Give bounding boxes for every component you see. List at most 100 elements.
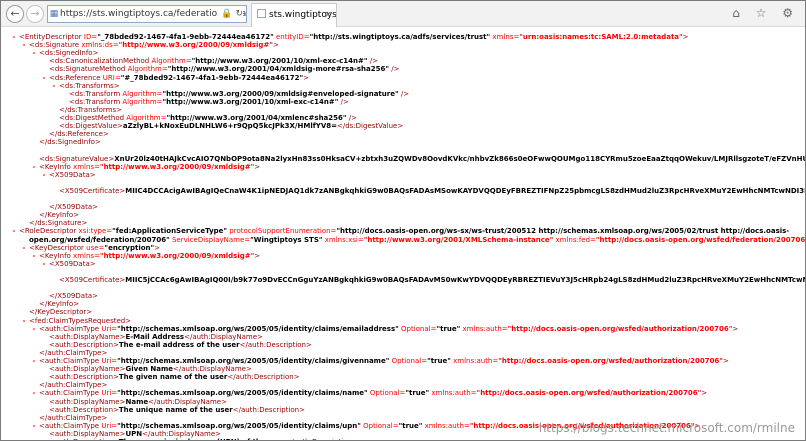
collapse-toggle[interactable]: -: [9, 33, 19, 41]
xml-tag: auth:DisplayName: [54, 429, 120, 438]
xml-br: >: [272, 41, 279, 50]
xml-attr: Uri=: [99, 389, 118, 398]
xml-ns: xmlns:auth=: [460, 324, 508, 333]
xml-tag: KeyInfo: [44, 162, 71, 171]
xml-tag: ds:Transform: [74, 89, 121, 98]
xml-br: >: [732, 324, 739, 333]
xml-br: >: [397, 122, 404, 131]
tab-close-icon[interactable]: ×: [324, 4, 332, 26]
toolbar-icons[interactable]: ⌂ ☆ ⚙: [732, 6, 799, 20]
xml-br: >: [215, 429, 222, 438]
xml-br: >: [221, 397, 227, 406]
xml-ns: xmlns=: [490, 33, 520, 41]
xml-tag: auth:Description: [240, 405, 300, 414]
xml-line: - <X509Data>: [39, 171, 96, 179]
tab-favicon-icon: [257, 9, 266, 18]
xml-tag: auth:Description: [294, 438, 352, 440]
xml-val: "http://www.w3.org/2001/04/xmldsig-more#…: [167, 65, 390, 74]
collapse-toggle[interactable]: -: [19, 244, 29, 252]
xml-ns: xmlns:auth=: [429, 389, 477, 398]
xml-tag: X509Certificate: [64, 186, 120, 195]
xml-br: </: [227, 373, 236, 382]
xml-tag: auth:DisplayName: [54, 365, 120, 374]
xml-nsval: "http://docs.oasis-open.org/wsfed/author…: [507, 324, 733, 333]
xml-tag: X509Certificate: [64, 276, 120, 284]
xml-br: </: [285, 438, 293, 440]
xml-line: </KeyDescriptor>: [19, 308, 92, 316]
xml-br: </: [39, 381, 48, 390]
collapse-toggle[interactable]: -: [29, 49, 39, 57]
xml-text: Given Name: [125, 365, 173, 374]
collapse-toggle[interactable]: -: [39, 260, 49, 268]
xml-br: >: [722, 357, 729, 365]
xml-tag: ds:SignedInfo: [44, 49, 93, 58]
collapse-toggle[interactable]: -: [19, 41, 29, 49]
xml-tag: KeyInfo: [47, 211, 74, 220]
xml-line: <ds:SignatureValue>XnUr20lz40tHAJkCvcAIO…: [29, 155, 805, 163]
xml-line: - <KeyInfo xmlns="http://www.w3.org/2000/…: [29, 252, 261, 260]
collapse-toggle[interactable]: -: [29, 163, 39, 171]
collapse-toggle[interactable]: -: [29, 422, 39, 430]
xml-line: </ds:SignedInfo>: [29, 138, 101, 146]
xml-tag: auth:DisplayName: [192, 332, 258, 341]
xml-br: >: [81, 219, 88, 228]
xml-line: - <X509Data>: [39, 260, 96, 268]
forward-button[interactable]: →: [26, 5, 44, 23]
xml-tag: auth:DisplayName: [181, 365, 246, 374]
xml-attr: ID=: [81, 33, 98, 41]
xml-tag: auth:DisplayName: [156, 397, 222, 406]
page-icon: ▦: [49, 9, 59, 19]
xml-line: - <EntityDescriptor ID="_78bded92-1467-4f…: [9, 33, 689, 41]
xml-val: "http://www.w3.org/2000/09/xmldsig#envel…: [162, 89, 399, 98]
xml-line: </auth:ClaimType>: [29, 349, 107, 357]
collapse-toggle[interactable]: -: [29, 357, 39, 365]
collapse-toggle[interactable]: -: [9, 227, 19, 235]
xml-tag: ds:SignedInfo: [47, 138, 95, 147]
back-button[interactable]: ←: [6, 5, 24, 23]
xml-br: >: [303, 73, 309, 82]
xml-line: - <KeyInfo xmlns="http://www.w3.org/2000/…: [29, 162, 261, 171]
address-bar[interactable]: ▦https://sts.wingtiptoys.ca/federationme…: [47, 5, 247, 23]
xml-text: E-Mail Address: [125, 332, 185, 341]
collapse-toggle[interactable]: -: [49, 82, 59, 90]
xml-val: "_78bded92-1467-4fa1-9ebb-72444ea46172": [97, 33, 274, 41]
xml-tag: KeyDescriptor: [34, 243, 84, 252]
xml-val: "#_78bded92-1467-4fa1-9ebb-72444ea46172": [120, 73, 304, 82]
collapse-toggle[interactable]: -: [19, 317, 29, 325]
xml-tag: X509Data: [57, 292, 93, 301]
xml-tag: auth:ClaimType: [47, 413, 102, 422]
collapse-toggle[interactable]: -: [29, 252, 39, 260]
xml-br: </: [239, 340, 248, 349]
xml-attr: Algorithm=: [149, 57, 192, 66]
xml-line: - <KeyDescriptor use="encryption">: [19, 243, 161, 252]
xml-br: >: [254, 162, 261, 171]
collapse-toggle[interactable]: -: [29, 325, 39, 333]
xml-val: "Wingtiptoys STS": [250, 235, 323, 244]
xml-br: >: [352, 438, 358, 440]
xml-br: >: [116, 105, 123, 114]
xml-nsval: "urn:oasis:names:tc:SAML:2.0:metadata": [519, 33, 683, 41]
xml-ns: xmlns:ds=: [79, 41, 119, 50]
xml-val: "fed:ApplicationServiceType": [112, 227, 228, 236]
xml-tag: auth:ClaimType: [44, 421, 100, 430]
xml-tag: X509Data: [57, 203, 93, 212]
xml-br: >: [293, 373, 300, 382]
address-actions[interactable]: 🔒 ↻: [218, 6, 243, 22]
collapse-toggle[interactable]: -: [39, 74, 49, 82]
collapse-toggle[interactable]: -: [39, 171, 49, 179]
xml-line: <ds:CanonicalizationMethod Algorithm="ht…: [39, 57, 378, 65]
browser-tab[interactable]: sts.wingtiptoys.ca ×: [251, 3, 337, 27]
collapse-toggle[interactable]: -: [29, 389, 39, 397]
xml-tag: auth:Description: [54, 405, 114, 414]
xml-ns: xmlns:auth=: [422, 421, 470, 430]
xml-line: </ds:Transforms>: [49, 106, 122, 114]
xml-attr: Optional=: [389, 357, 428, 365]
watermark-text: https://blogs.technet.microsoft.com/rmil…: [538, 421, 795, 435]
xml-val: "http://sts.wingtiptoys.ca/adfs/services…: [309, 33, 491, 41]
xml-line: </KeyInfo>: [29, 211, 79, 219]
xml-text: UPN: [125, 429, 143, 438]
xml-tag: RoleDescriptor: [24, 227, 77, 236]
xml-line: - <fed:ClaimTypesRequested>: [19, 317, 132, 325]
xml-tag: auth:Description: [55, 438, 113, 440]
xml-val: "http://www.w3.org/2001/10/xml-exc-c14n#…: [191, 57, 368, 66]
